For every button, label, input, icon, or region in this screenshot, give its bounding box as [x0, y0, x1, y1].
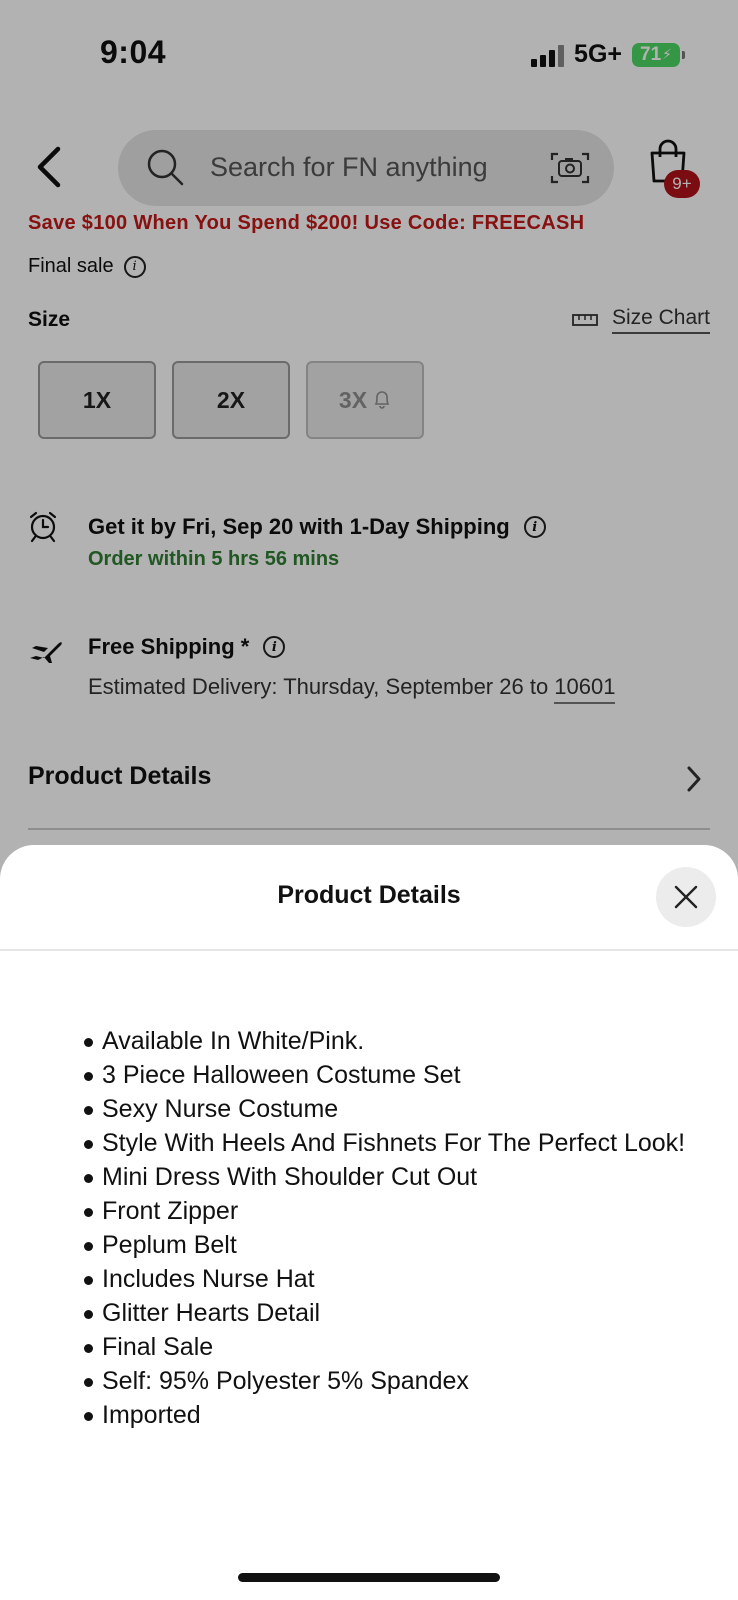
close-button[interactable] — [656, 867, 716, 927]
sheet-title: Product Details — [277, 881, 461, 909]
list-item: Glitter Hearts Detail — [82, 1297, 692, 1329]
product-page: 9:04 5G+ 71 ⚡ Search for FN anything 9+ … — [0, 0, 738, 1600]
list-item: Includes Nurse Hat — [82, 1263, 692, 1295]
sheet-header: Product Details — [0, 845, 738, 951]
list-item: Front Zipper — [82, 1195, 692, 1227]
list-item: Self: 95% Polyester 5% Spandex — [82, 1365, 692, 1397]
list-item: Mini Dress With Shoulder Cut Out — [82, 1161, 692, 1193]
list-item: Final Sale — [82, 1331, 692, 1363]
list-item: Available In White/Pink. — [82, 1025, 692, 1057]
close-icon — [674, 885, 698, 909]
list-item: 3 Piece Halloween Costume Set — [82, 1059, 692, 1091]
list-item: Sexy Nurse Costume — [82, 1093, 692, 1125]
list-item: Imported — [82, 1399, 692, 1431]
list-item: Style With Heels And Fishnets For The Pe… — [82, 1127, 692, 1159]
product-details-list: Available In White/Pink. 3 Piece Hallowe… — [82, 1025, 692, 1433]
product-details-sheet: Product Details Available In White/Pink.… — [0, 845, 738, 1600]
list-item: Peplum Belt — [82, 1229, 692, 1261]
home-indicator[interactable] — [238, 1573, 500, 1582]
